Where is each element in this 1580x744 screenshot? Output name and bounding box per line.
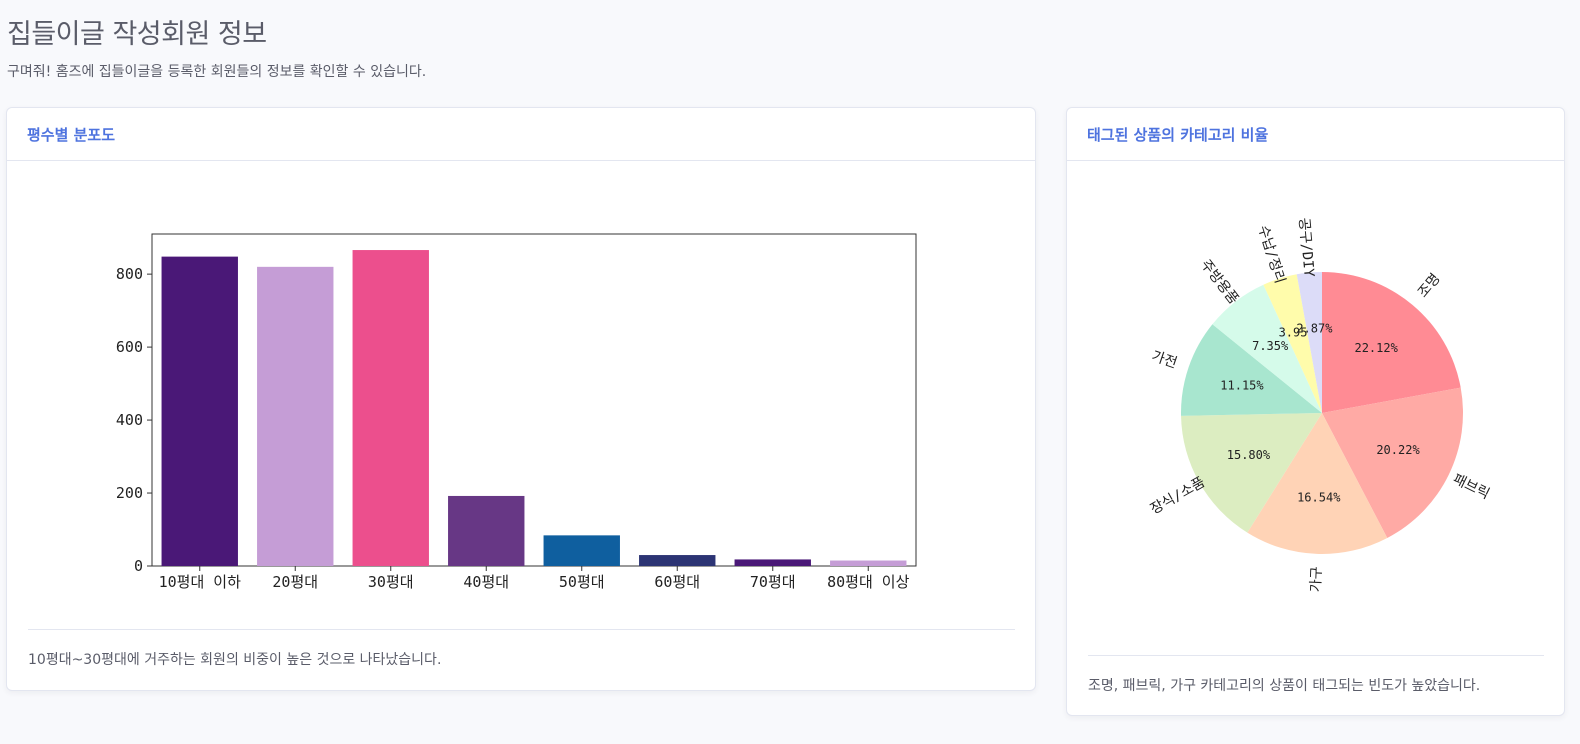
bar-card-footer: 10평대~30평대에 거주하는 회원의 비중이 높은 것으로 나타났습니다.	[28, 652, 442, 668]
y-tick-label: 800	[116, 265, 143, 283]
pie-chart: 22.12% 조명 20.22% 패브릭 16.54% 가구 15.80% 장식/소품 11.1…	[1148, 217, 1492, 592]
x-tick-label: 40평대	[463, 573, 509, 591]
bar-chart-card-title: 평수별 분포도	[27, 125, 116, 144]
bar	[448, 495, 525, 566]
y-tick-label: 0	[134, 557, 143, 575]
page-title: 집들이글 작성회원 정보	[7, 19, 267, 50]
pie-category-label: 가전	[1150, 348, 1180, 371]
bar	[161, 256, 238, 566]
bar	[543, 535, 620, 566]
pie-percent-label: 7.35%	[1252, 339, 1289, 353]
y-tick-label: 400	[116, 411, 143, 429]
pie-category-label: 공구/DIY	[1295, 217, 1316, 278]
pie-category-label: 수납/정리	[1255, 224, 1288, 286]
pie-percent-label: 20.22%	[1376, 443, 1420, 457]
pie-percent-label: 15.80%	[1227, 448, 1271, 462]
bar-chart-card-header: 평수별 분포도	[7, 108, 1035, 161]
bar	[639, 555, 716, 566]
x-tick-label: 80평대 이상	[827, 573, 909, 591]
y-tick-label: 200	[116, 484, 143, 502]
pie-chart-card: 태그된 상품의 카테고리 비율 22.12% 조명 20.22% 패브릭 16.54% 가…	[1066, 107, 1565, 716]
pie-percent-label: 11.15%	[1220, 379, 1264, 393]
bar	[352, 250, 429, 567]
pie-category-label: 조명	[1415, 271, 1444, 301]
pie-category-label: 패브릭	[1450, 471, 1492, 502]
x-tick-label: 70평대	[750, 573, 796, 591]
pie-card-divider	[1088, 655, 1544, 656]
pie-category-label: 장식/소품	[1148, 474, 1208, 518]
bar	[734, 559, 811, 566]
x-tick-label: 20평대	[272, 573, 318, 591]
bar-chart: 0 200 400 600 800 10평대 이하 20평대 30평대 40평대 50평대 60평대…	[116, 233, 917, 591]
x-tick-label: 60평대	[654, 573, 700, 591]
pie-card-footer: 조명, 패브릭, 가구 카테고리의 상품이 태그되는 빈도가 높았습니다.	[1088, 678, 1481, 694]
x-tick-label: 50평대	[559, 573, 605, 591]
pie-percent-label: 22.12%	[1354, 341, 1398, 355]
pie-chart-card-header: 태그된 상품의 카테고리 비율	[1067, 108, 1564, 161]
pie-chart-card-title: 태그된 상품의 카테고리 비율	[1087, 125, 1269, 144]
pie-category-label: 주방용품	[1197, 257, 1241, 308]
bar	[830, 560, 907, 566]
y-tick-label: 600	[116, 338, 143, 356]
pie-category-label: 가구	[1308, 566, 1325, 592]
pie-percent-label: 2.87%	[1296, 322, 1333, 336]
x-tick-label: 30평대	[368, 573, 414, 591]
bar-card-divider	[28, 629, 1015, 630]
page-subtitle: 구며줘! 홈즈에 집들이글을 등록한 회원들의 정보를 확인할 수 있습니다.	[7, 64, 427, 80]
bar-chart-card: 평수별 분포도 0 200 400 600 800 10평대 이하 20평대 30평대 40평대…	[6, 107, 1036, 691]
pie-percent-label: 16.54%	[1297, 491, 1341, 505]
x-tick-label: 10평대 이하	[159, 573, 241, 591]
bar	[257, 266, 334, 566]
